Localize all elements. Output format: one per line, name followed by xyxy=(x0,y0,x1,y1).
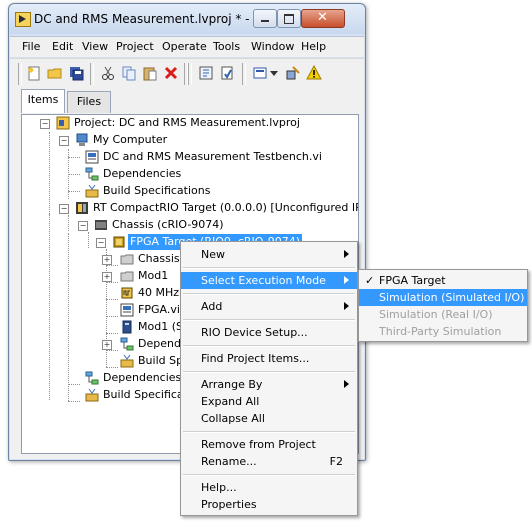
toolbar-separator xyxy=(90,63,94,85)
menu-separator xyxy=(183,431,355,433)
collapse-toggle-icon[interactable]: − xyxy=(96,238,106,248)
folder-icon xyxy=(120,271,134,282)
menu-item-help[interactable]: Help... xyxy=(181,479,357,496)
menu-separator xyxy=(183,474,355,476)
collapse-toggle-icon[interactable]: − xyxy=(59,204,69,214)
menu-separator xyxy=(183,371,355,373)
build-specifications-icon xyxy=(120,354,134,368)
expand-toggle-icon[interactable]: + xyxy=(102,272,112,282)
labview-project-icon xyxy=(15,12,31,27)
menu-view[interactable]: View xyxy=(82,40,108,53)
menu-bar: File Edit View Project Operate Tools Win… xyxy=(10,36,364,57)
execution-mode-submenu: ✓ FPGA Target Simulation (Simulated I/O) … xyxy=(358,269,528,342)
menu-edit[interactable]: Edit xyxy=(52,40,73,53)
menu-item-remove-from-project[interactable]: Remove from Project xyxy=(181,436,357,453)
build-specifications-icon xyxy=(85,184,99,198)
check-mark-icon: ✓ xyxy=(365,274,375,287)
menu-item-add[interactable]: Add xyxy=(181,298,357,315)
title-bar[interactable]: DC and RMS Measurement.lvproj * - P... ✕ xyxy=(9,4,365,34)
menu-item-properties[interactable]: Properties xyxy=(181,496,357,513)
maximize-button[interactable] xyxy=(277,9,301,28)
collapse-toggle-icon[interactable]: − xyxy=(78,221,88,231)
paste-icon[interactable] xyxy=(142,65,158,81)
menu-separator xyxy=(183,293,355,295)
tab-files[interactable]: Files xyxy=(67,91,111,113)
menu-item-expand-all[interactable]: Expand All xyxy=(181,393,357,410)
fpga-target-icon xyxy=(113,236,125,248)
chassis-icon xyxy=(95,220,107,230)
toolbar xyxy=(10,58,364,90)
project-build-icon[interactable] xyxy=(198,65,214,81)
menu-item-simulation-simulated-io[interactable]: Simulation (Simulated I/O) xyxy=(359,289,527,306)
dependencies-icon xyxy=(85,371,99,385)
copy-icon[interactable] xyxy=(121,65,137,81)
dependencies-icon xyxy=(85,167,99,181)
menu-tools[interactable]: Tools xyxy=(213,40,240,53)
context-menu: New Select Execution Mode Add RIO Device… xyxy=(180,241,358,516)
save-all-icon[interactable] xyxy=(68,65,84,81)
clock-icon xyxy=(121,287,133,299)
menu-item-third-party-simulation: Third-Party Simulation xyxy=(379,325,502,338)
menu-item-fpga-target[interactable]: ✓ FPGA Target xyxy=(359,272,527,289)
menu-item-rename[interactable]: Rename... F2 xyxy=(181,453,357,470)
submenu-arrow-icon xyxy=(344,302,349,310)
expand-toggle-icon[interactable]: + xyxy=(102,255,112,265)
menu-item-select-execution-mode[interactable]: Select Execution Mode xyxy=(181,272,357,289)
project-icon xyxy=(56,116,70,130)
menu-item-find-project-items[interactable]: Find Project Items... xyxy=(181,350,357,367)
menu-separator xyxy=(183,267,355,269)
submenu-arrow-icon xyxy=(344,380,349,388)
minimize-icon xyxy=(261,20,269,22)
chevron-down-icon[interactable] xyxy=(270,71,278,77)
dependencies-icon xyxy=(120,337,134,351)
close-button[interactable]: ✕ xyxy=(301,9,345,28)
view-options-icon[interactable] xyxy=(252,65,268,81)
new-icon[interactable] xyxy=(26,65,42,81)
project-deploy-icon[interactable] xyxy=(219,65,235,81)
close-icon: ✕ xyxy=(317,10,328,25)
open-icon[interactable] xyxy=(47,65,63,81)
menu-item-arrange-by[interactable]: Arrange By xyxy=(181,376,357,393)
module-icon xyxy=(122,320,132,334)
menu-separator xyxy=(183,345,355,347)
menu-window[interactable]: Window xyxy=(251,40,294,53)
collapse-toggle-icon[interactable]: − xyxy=(59,136,69,146)
submenu-arrow-icon xyxy=(344,250,349,258)
menu-item-new[interactable]: New xyxy=(181,246,357,263)
menu-item-rio-device-setup[interactable]: RIO Device Setup... xyxy=(181,324,357,341)
expand-toggle-icon[interactable]: + xyxy=(102,340,112,350)
collapse-toggle-icon[interactable]: − xyxy=(40,119,50,129)
window-title: DC and RMS Measurement.lvproj * - P... xyxy=(34,12,271,26)
computer-icon xyxy=(76,133,88,146)
vi-icon xyxy=(120,303,134,317)
tab-items[interactable]: Items xyxy=(21,89,65,113)
cut-icon[interactable] xyxy=(100,65,116,81)
menu-item-simulation-real-io: Simulation (Real I/O) xyxy=(379,308,493,321)
folder-icon xyxy=(120,254,134,265)
menu-operate[interactable]: Operate xyxy=(162,40,207,53)
submenu-arrow-icon xyxy=(344,276,349,284)
maximize-icon xyxy=(284,14,294,24)
menu-help[interactable]: Help xyxy=(301,40,326,53)
menu-item-collapse-all[interactable]: Collapse All xyxy=(181,410,357,427)
menu-separator xyxy=(183,319,355,321)
toolbar-grip xyxy=(18,63,22,85)
rt-target-icon xyxy=(76,202,88,214)
build-specifications-icon xyxy=(85,388,99,402)
toolbar-separator xyxy=(242,63,246,85)
menu-file[interactable]: File xyxy=(22,40,40,53)
warning-icon[interactable] xyxy=(306,65,322,81)
delete-icon[interactable] xyxy=(163,65,179,81)
menu-project[interactable]: Project xyxy=(116,40,154,53)
minimize-button[interactable] xyxy=(253,9,277,28)
rename-shortcut: F2 xyxy=(329,455,343,468)
toolbar-separator xyxy=(188,63,192,85)
vi-icon xyxy=(85,150,99,164)
properties-icon[interactable] xyxy=(285,65,301,81)
